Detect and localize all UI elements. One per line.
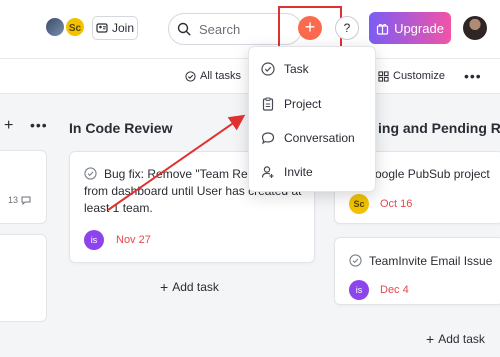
customize-label: Customize: [393, 70, 445, 82]
task-card[interactable]: [0, 234, 47, 322]
all-tasks-filter[interactable]: All tasks: [185, 70, 241, 82]
menu-item-label: Conversation: [284, 131, 355, 145]
menu-item-label: Invite: [284, 165, 313, 179]
avatar-sc[interactable]: Sc: [64, 16, 86, 38]
board-column-left: + ••• 13: [0, 94, 56, 357]
column-title-in-code-review: In Code Review: [69, 120, 173, 136]
comment-count: 13: [8, 195, 31, 205]
add-task-label: Add task: [172, 280, 219, 294]
customize-button[interactable]: Customize: [378, 70, 445, 82]
column-more-icon[interactable]: •••: [30, 117, 48, 133]
join-button[interactable]: Join: [92, 16, 138, 40]
clipboard-icon: [262, 97, 274, 111]
profile-avatar[interactable]: [463, 16, 487, 40]
task-card[interactable]: TeamInvite Email Issue is Dec 4: [334, 237, 500, 305]
check-circle-icon: [261, 62, 275, 76]
user-plus-icon: [261, 166, 274, 178]
due-date[interactable]: Nov 27: [116, 234, 151, 246]
task-card[interactable]: 13: [0, 150, 47, 224]
add-task-label: Add task: [438, 332, 485, 346]
menu-item-label: Task: [284, 62, 309, 76]
comment-icon: [21, 196, 31, 205]
menu-item-project[interactable]: Project: [249, 87, 375, 121]
search-input[interactable]: [197, 20, 281, 38]
add-task-button[interactable]: + Add task: [160, 279, 219, 295]
grid-icon: [378, 70, 389, 82]
check-circle-icon: [185, 70, 196, 82]
quick-add-button[interactable]: +: [298, 16, 322, 40]
column-title-pending-review: ing and Pending Re: [378, 120, 500, 136]
due-date[interactable]: Dec 4: [380, 284, 409, 296]
chat-bubble-icon: [261, 132, 275, 145]
quick-add-menu: Task Project Conversation Invite: [248, 46, 376, 192]
user-avatar[interactable]: [44, 16, 66, 38]
task-status-check-icon[interactable]: [84, 167, 97, 180]
assignee-avatar[interactable]: Sc: [349, 194, 369, 214]
help-button[interactable]: ?: [335, 16, 359, 40]
user-add-icon: [96, 23, 108, 33]
all-tasks-label: All tasks: [200, 70, 241, 82]
task-title: oogle PubSub project: [375, 167, 490, 181]
menu-item-label: Project: [284, 97, 322, 111]
upgrade-button[interactable]: Upgrade: [369, 12, 451, 44]
menu-item-conversation[interactable]: Conversation: [249, 121, 375, 155]
assignee-avatar[interactable]: is: [84, 230, 104, 250]
more-options-icon[interactable]: •••: [464, 68, 482, 84]
task-status-check-icon[interactable]: [349, 254, 362, 267]
task-title-line-3: least 1 team.: [84, 201, 153, 215]
assignee-avatar[interactable]: is: [349, 280, 369, 300]
comment-count-value: 13: [8, 195, 19, 205]
add-task-plus-icon[interactable]: +: [4, 117, 13, 135]
task-title: TeamInvite Email Issue: [369, 254, 493, 268]
upgrade-label: Upgrade: [394, 20, 444, 36]
menu-item-invite[interactable]: Invite: [249, 155, 375, 189]
menu-item-task[interactable]: Task: [249, 52, 375, 86]
search-icon: [177, 22, 191, 36]
due-date[interactable]: Oct 16: [380, 198, 412, 210]
gift-icon: [376, 23, 389, 35]
plus-icon: +: [426, 331, 435, 347]
plus-icon: +: [160, 279, 169, 295]
join-label: Join: [111, 21, 134, 35]
add-task-button[interactable]: + Add task: [426, 331, 485, 347]
